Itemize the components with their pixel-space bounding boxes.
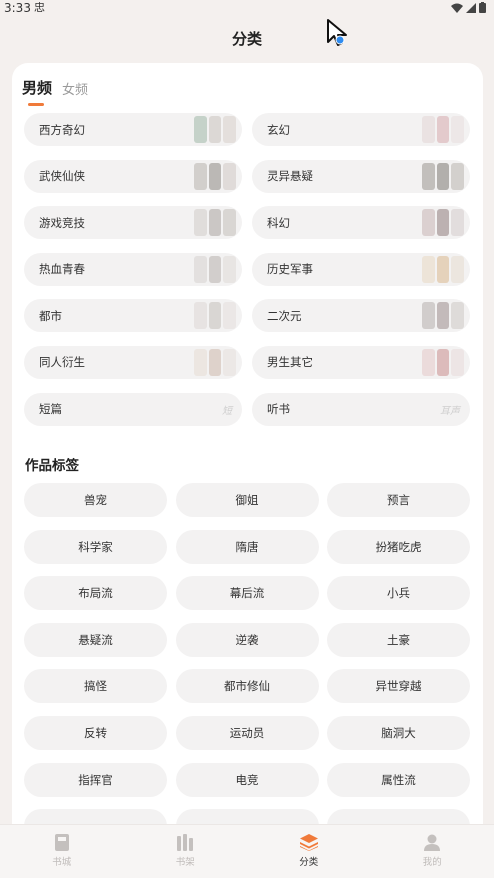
category-item[interactable]: 二次元 — [252, 299, 470, 333]
battery-icon — [479, 2, 486, 13]
category-item[interactable]: 短篇 短 — [24, 392, 242, 426]
nav-label: 我的 — [422, 857, 442, 868]
category-label: 同人衍生 — [39, 355, 85, 370]
category-label: 听书 — [267, 402, 290, 417]
category-label: 武侠仙侠 — [39, 169, 85, 184]
category-item[interactable]: 玄幻 — [252, 113, 470, 146]
category-grid: 西方奇幻 玄幻 武侠仙侠 灵异悬疑 游戏竞技 科幻 热血青春 历史军事 都市 二… — [24, 113, 470, 426]
tag-item[interactable]: 都市修仙 — [175, 669, 319, 704]
category-item[interactable]: 历史军事 — [252, 252, 470, 286]
category-label: 男生其它 — [267, 355, 313, 370]
tag-item[interactable]: 布局流 — [24, 576, 167, 611]
book-cover-thumbnail — [422, 116, 465, 143]
person-icon — [424, 834, 441, 851]
tag-item[interactable]: 御姐 — [175, 483, 319, 517]
status-time: 3:33 — [4, 1, 31, 15]
book-cover-thumbnail — [194, 209, 237, 237]
category-label: 科幻 — [267, 215, 290, 230]
page-title: 分类 — [231, 30, 262, 48]
signal-icon — [466, 2, 476, 13]
category-label: 二次元 — [267, 308, 302, 323]
wifi-icon — [451, 3, 463, 13]
nav-label: 书城 — [52, 857, 72, 868]
thumbnail-text: 短 — [222, 405, 232, 417]
book-cover-thumbnail — [194, 116, 237, 143]
tag-item[interactable]: 扮猪吃虎 — [327, 529, 470, 564]
nav-item-bookstore[interactable]: 书城 — [0, 825, 124, 878]
tag-item[interactable]: 电竞 — [175, 762, 319, 797]
nav-item-bookshelf[interactable]: 书架 — [124, 825, 248, 878]
category-label: 玄幻 — [267, 122, 290, 137]
book-cover-thumbnail — [194, 302, 237, 330]
tag-item[interactable]: 科学家 — [24, 529, 167, 564]
book-cover-thumbnail — [422, 255, 465, 283]
tag-item[interactable]: 兽宠 — [24, 483, 167, 517]
category-label: 短篇 — [39, 402, 62, 417]
category-item[interactable]: 同人衍生 — [24, 345, 242, 379]
tag-item[interactable]: 异世穿越 — [327, 669, 470, 704]
tab-male[interactable]: 男频 — [22, 77, 52, 106]
tag-item[interactable]: 运动员 — [175, 715, 319, 750]
category-item[interactable]: 听书 耳声 — [252, 392, 470, 426]
category-item[interactable]: 都市 — [24, 299, 242, 333]
category-item[interactable]: 游戏竞技 — [24, 206, 242, 240]
category-item[interactable]: 科幻 — [252, 206, 470, 240]
tag-item[interactable]: 幕后流 — [175, 576, 319, 611]
category-label: 灵异悬疑 — [267, 169, 313, 184]
category-item[interactable]: 热血青春 — [24, 252, 242, 286]
category-label: 热血青春 — [39, 262, 85, 277]
category-label: 历史军事 — [267, 262, 313, 277]
status-app-icon: 忠 — [34, 1, 45, 14]
gender-tabs: 男频 女频 — [22, 77, 88, 106]
tab-female[interactable]: 女频 — [62, 79, 88, 98]
nav-label: 分类 — [299, 857, 319, 868]
book-icon — [54, 834, 69, 851]
tag-item[interactable]: 反转 — [24, 715, 167, 750]
thumbnail-text: 耳声 — [440, 405, 460, 417]
category-label: 西方奇幻 — [39, 122, 85, 137]
tag-item[interactable]: 属性流 — [327, 762, 470, 797]
book-cover-thumbnail — [194, 255, 237, 283]
book-cover-thumbnail — [422, 348, 465, 376]
tag-item[interactable]: 土豪 — [327, 622, 470, 657]
category-label: 都市 — [39, 308, 62, 323]
book-cover-thumbnail — [422, 302, 465, 330]
tag-item[interactable]: 悬疑流 — [24, 622, 167, 657]
nav-item-category[interactable]: 分类 — [247, 825, 371, 878]
category-item[interactable]: 男生其它 — [252, 345, 470, 379]
tag-item[interactable]: 隋唐 — [175, 529, 319, 564]
bookshelf-icon — [177, 834, 194, 851]
tag-item[interactable]: 小兵 — [327, 576, 470, 611]
status-icons — [451, 2, 486, 13]
category-item[interactable]: 西方奇幻 — [24, 113, 242, 146]
tag-item[interactable]: 搞怪 — [24, 669, 167, 704]
category-item[interactable]: 灵异悬疑 — [252, 159, 470, 193]
mouse-cursor-icon — [327, 19, 347, 46]
tag-grid: 兽宠 御姐 预言 科学家 隋唐 扮猪吃虎 布局流 幕后流 小兵 悬疑流 逆袭 土… — [24, 483, 470, 843]
nav-label: 书架 — [175, 857, 195, 868]
category-label: 游戏竞技 — [39, 215, 85, 230]
tag-item[interactable]: 脑洞大 — [327, 715, 470, 750]
book-cover-thumbnail — [194, 162, 237, 190]
category-item[interactable]: 武侠仙侠 — [24, 159, 242, 193]
book-cover-thumbnail — [422, 162, 465, 190]
book-cover-thumbnail — [194, 348, 237, 376]
layers-icon — [299, 834, 318, 851]
book-cover-thumbnail — [422, 209, 465, 237]
status-bar: 3:33 忠 — [0, 0, 494, 16]
tags-section-title: 作品标签 — [25, 458, 79, 474]
tag-item[interactable]: 指挥官 — [24, 762, 167, 797]
tag-item[interactable]: 逆袭 — [175, 622, 319, 657]
tag-item[interactable]: 预言 — [327, 483, 470, 517]
bottom-nav: 书城 书架 分类 我的 — [0, 824, 494, 878]
category-card: 男频 女频 西方奇幻 玄幻 武侠仙侠 灵异悬疑 游戏竞技 科幻 热血青春 历史军… — [12, 63, 483, 843]
nav-item-profile[interactable]: 我的 — [371, 825, 494, 878]
